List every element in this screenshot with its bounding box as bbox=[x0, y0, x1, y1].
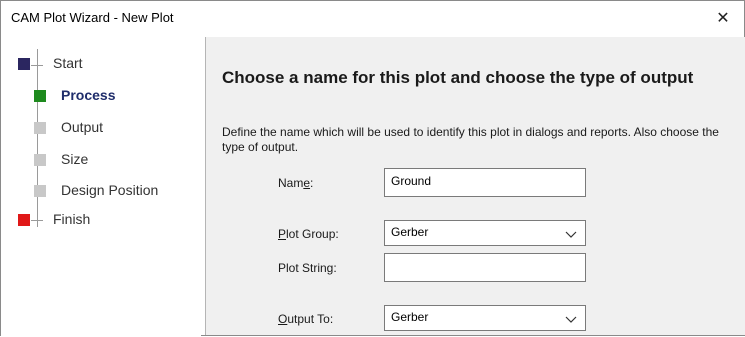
plot-string-input[interactable] bbox=[384, 253, 586, 282]
step-label: Process bbox=[61, 87, 116, 103]
page-title: Choose a name for this plot and choose t… bbox=[222, 68, 694, 87]
step-status-icon bbox=[34, 185, 46, 197]
window-title: CAM Plot Wizard - New Plot bbox=[11, 10, 174, 25]
step-label: Design Position bbox=[61, 182, 159, 198]
name-label: Name: bbox=[278, 176, 314, 190]
step-status-icon bbox=[34, 122, 46, 134]
title-bar: CAM Plot Wizard - New Plot ✕ bbox=[1, 1, 744, 35]
wizard-content-panel: Choose a name for this plot and choose t… bbox=[205, 37, 745, 335]
step-label: Output bbox=[61, 119, 104, 135]
name-input[interactable]: Ground bbox=[384, 168, 586, 197]
step-size[interactable]: Size bbox=[1, 149, 201, 171]
step-label: Start bbox=[53, 55, 83, 71]
output-to-select[interactable]: Gerber bbox=[384, 305, 586, 331]
output-to-value: Gerber bbox=[391, 310, 429, 324]
close-icon[interactable]: ✕ bbox=[702, 1, 744, 35]
chevron-down-icon bbox=[565, 231, 577, 238]
step-output[interactable]: Output bbox=[1, 117, 201, 139]
step-label: Size bbox=[61, 151, 89, 167]
step-start[interactable]: Start bbox=[1, 53, 201, 75]
plot-group-select[interactable]: Gerber bbox=[384, 220, 586, 246]
step-status-icon bbox=[34, 90, 46, 102]
step-process[interactable]: Process bbox=[1, 85, 201, 107]
output-to-label: Output To: bbox=[278, 312, 334, 326]
step-label: Finish bbox=[53, 211, 91, 227]
chevron-down-icon bbox=[565, 316, 577, 323]
plot-string-label: Plot String: bbox=[278, 261, 337, 275]
wizard-steps-tree: Start Process Output Size Design Positio… bbox=[1, 37, 201, 337]
page-description: Define the name which will be used to id… bbox=[222, 125, 719, 154]
step-finish[interactable]: Finish bbox=[1, 209, 201, 231]
step-status-icon bbox=[18, 214, 30, 226]
plot-group-label: Plot Group: bbox=[278, 227, 339, 241]
step-status-icon bbox=[34, 154, 46, 166]
plot-group-value: Gerber bbox=[391, 225, 429, 239]
step-status-icon bbox=[18, 58, 30, 70]
step-design-position[interactable]: Design Position bbox=[1, 180, 201, 202]
wizard-window: CAM Plot Wizard - New Plot ✕ Start Proce… bbox=[0, 0, 745, 337]
